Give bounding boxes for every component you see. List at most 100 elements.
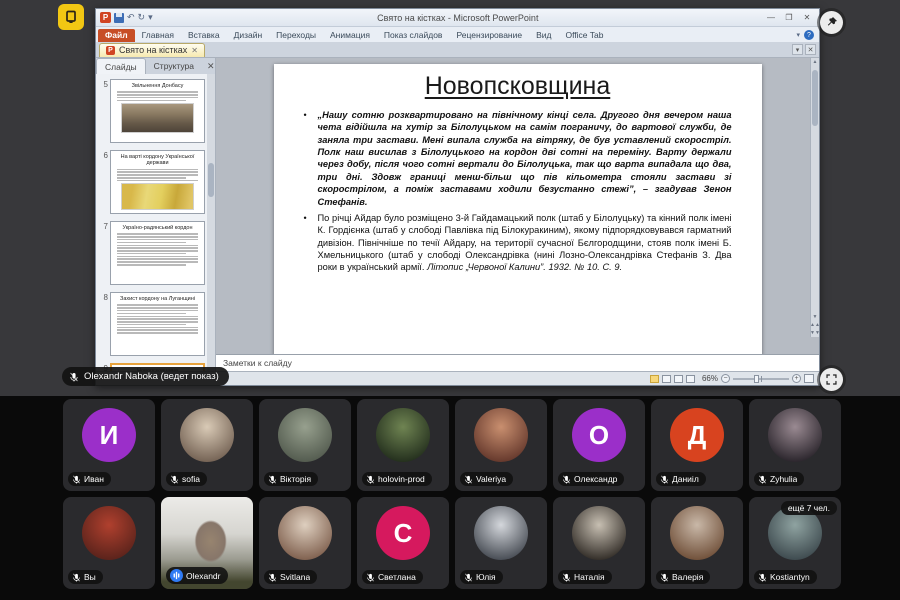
- help-icon[interactable]: ?: [804, 30, 814, 40]
- avatar-initial: С: [394, 518, 413, 549]
- mic-muted-icon: [758, 573, 767, 582]
- zoom-slider[interactable]: [733, 378, 789, 380]
- thumbnail-preview: На варті кордону Української держави: [110, 150, 205, 214]
- ribbon-tab-7[interactable]: Показ слайдов: [377, 29, 450, 42]
- slide-title[interactable]: Новопсковщина: [304, 72, 732, 101]
- pin-button[interactable]: [820, 11, 843, 34]
- participant-name: Valeriya: [476, 474, 506, 484]
- participant-name: sofia: [182, 474, 200, 484]
- slide-body[interactable]: •„Нашу сотню розквартировано на північно…: [304, 109, 732, 274]
- participant-tile-Svitlana[interactable]: Svitlana: [259, 497, 351, 589]
- undo-icon[interactable]: ↶: [127, 12, 135, 23]
- mic-muted-icon: [268, 475, 277, 484]
- quick-access-toolbar[interactable]: P ↶ ↻ ▾: [100, 12, 153, 23]
- participant-name-pill: holovin-prod: [362, 472, 432, 486]
- slide-thumbnail-8[interactable]: 8Захист кордону на Луганщині: [97, 292, 205, 356]
- ribbon-tab-9[interactable]: Вид: [529, 29, 558, 42]
- slide-canvas[interactable]: Новопсковщина •„Нашу сотню розквартирова…: [274, 64, 762, 354]
- restore-button[interactable]: ❐: [781, 12, 797, 24]
- participant-tile-Даниіл[interactable]: Д Даниіл: [651, 399, 743, 491]
- thumbnail-title: Звільнення Донбасу: [115, 83, 200, 89]
- participant-name: Вікторія: [280, 474, 311, 484]
- save-icon[interactable]: [114, 13, 124, 23]
- presenter-badge: Olexandr Naboka (ведет показ): [62, 367, 229, 386]
- slide-thumbnail-7[interactable]: 7Україно-радянський кордон: [97, 221, 205, 285]
- slide-scrollbar[interactable]: ▲ ▼ ▲▲ ▼▼: [810, 58, 819, 337]
- avatar-initial: Д: [688, 420, 707, 451]
- panel-scrollbar[interactable]: [207, 74, 215, 371]
- tab-bar-close-icon[interactable]: ✕: [805, 44, 816, 55]
- participant-tile-Valeriya[interactable]: Valeriya: [455, 399, 547, 491]
- mic-muted-icon: [72, 573, 81, 582]
- participant-tile-Юлія[interactable]: Юлія: [455, 497, 547, 589]
- slide-bullet-2[interactable]: •По річці Айдар було розміщено 3-й Гайда…: [304, 212, 732, 274]
- participant-tile-Вікторія[interactable]: Вікторія: [259, 399, 351, 491]
- participant-name: holovin-prod: [378, 474, 425, 484]
- participant-tile-Олександр[interactable]: ООлександр: [553, 399, 645, 491]
- thumbnail-number: 7: [97, 221, 108, 285]
- participant-tile-Валерія[interactable]: Валерія: [651, 497, 743, 589]
- participant-name-pill: Svitlana: [264, 570, 317, 584]
- zoom-out-button[interactable]: −: [721, 374, 730, 383]
- redo-icon[interactable]: ↻: [138, 12, 146, 23]
- mic-muted-icon: [660, 475, 669, 484]
- slide-thumbnail-5[interactable]: 5Звільнення Донбасу: [97, 79, 205, 143]
- scrollbar-thumb[interactable]: [812, 70, 818, 126]
- tab-outline[interactable]: Структура: [146, 58, 202, 74]
- participant-name-pill: Светлана: [362, 570, 423, 584]
- tab-slides[interactable]: Слайды: [96, 58, 146, 74]
- tab-list-icon[interactable]: ▾: [792, 44, 803, 55]
- scroll-up-icon[interactable]: ▲: [813, 58, 818, 66]
- participant-tile-Вы[interactable]: Вы: [63, 497, 155, 589]
- ribbon-tab-3[interactable]: Вставка: [181, 29, 227, 42]
- mic-muted-icon: [562, 573, 571, 582]
- document-tab[interactable]: P Свято на кістках ✕: [99, 43, 205, 57]
- notes-input[interactable]: Заметки к слайду: [216, 354, 819, 371]
- avatar: [474, 506, 528, 560]
- mic-muted-icon: [464, 573, 473, 582]
- ribbon-tab-8[interactable]: Рецензирование: [449, 29, 529, 42]
- ribbon-tabs: ФайлГлавнаяВставкаДизайнПереходыАнимация…: [96, 27, 819, 42]
- slide-bullet-1[interactable]: •„Нашу сотню розквартировано на північно…: [304, 109, 732, 208]
- fullscreen-icon: [825, 373, 838, 386]
- participant-name: Даниіл: [672, 474, 699, 484]
- close-button[interactable]: ✕: [799, 12, 815, 24]
- document-tab-close-icon[interactable]: ✕: [191, 46, 198, 55]
- view-reading-button[interactable]: [674, 375, 683, 383]
- participant-name-pill: Иван: [68, 472, 111, 486]
- next-slide-icon[interactable]: ▼▼: [810, 329, 819, 337]
- more-participants-badge[interactable]: ещё 7 чел.: [781, 501, 837, 515]
- ribbon-tab-2[interactable]: Главная: [135, 29, 181, 42]
- fit-to-window-button[interactable]: [804, 374, 814, 383]
- participant-name: Светлана: [378, 572, 416, 582]
- participant-tile-Наталія[interactable]: Наталія: [553, 497, 645, 589]
- fullscreen-button[interactable]: [820, 368, 843, 391]
- document-tab-icon: P: [106, 46, 115, 55]
- ribbon-tab-10[interactable]: Office Tab: [558, 29, 610, 42]
- ribbon-tab-6[interactable]: Анимация: [323, 29, 377, 42]
- participant-tile-holovin-prod[interactable]: holovin-prod: [357, 399, 449, 491]
- zoom-in-button[interactable]: +: [792, 374, 801, 383]
- participant-tile-Светлана[interactable]: С Светлана: [357, 497, 449, 589]
- participant-tile-sofia[interactable]: sofia: [161, 399, 253, 491]
- view-sorter-button[interactable]: [662, 375, 671, 383]
- ribbon-tab-4[interactable]: Дизайн: [227, 29, 270, 42]
- avatar: [82, 506, 136, 560]
- participant-tile-Olexandr[interactable]: Olexandr: [161, 497, 253, 589]
- view-normal-button[interactable]: [650, 375, 659, 383]
- previous-slide-icon[interactable]: ▲▲: [810, 321, 819, 329]
- ribbon-tab-5[interactable]: Переходы: [269, 29, 323, 42]
- ribbon-collapse-icon[interactable]: ▾: [796, 31, 800, 39]
- slide-thumbnail-6[interactable]: 6На варті кордону Української держави: [97, 150, 205, 214]
- thumbnail-list: 5Звільнення Донбасу 6На варті кордону Укр…: [96, 74, 215, 371]
- scroll-down-icon[interactable]: ▼: [813, 313, 818, 321]
- participant-tile-Иван[interactable]: И Иван: [63, 399, 155, 491]
- app-logo[interactable]: [58, 4, 84, 30]
- avatar-initial: И: [100, 420, 119, 451]
- thumbnail-preview: Звільнення Донбасу: [110, 79, 205, 143]
- ribbon-tab-1[interactable]: Файл: [98, 29, 135, 42]
- participant-tile-Zyhulia[interactable]: Zyhulia: [749, 399, 841, 491]
- minimize-button[interactable]: —: [763, 12, 779, 24]
- view-slideshow-button[interactable]: [686, 375, 695, 383]
- participant-tile-Kostiantyn[interactable]: Kostiantynещё 7 чел.: [749, 497, 841, 589]
